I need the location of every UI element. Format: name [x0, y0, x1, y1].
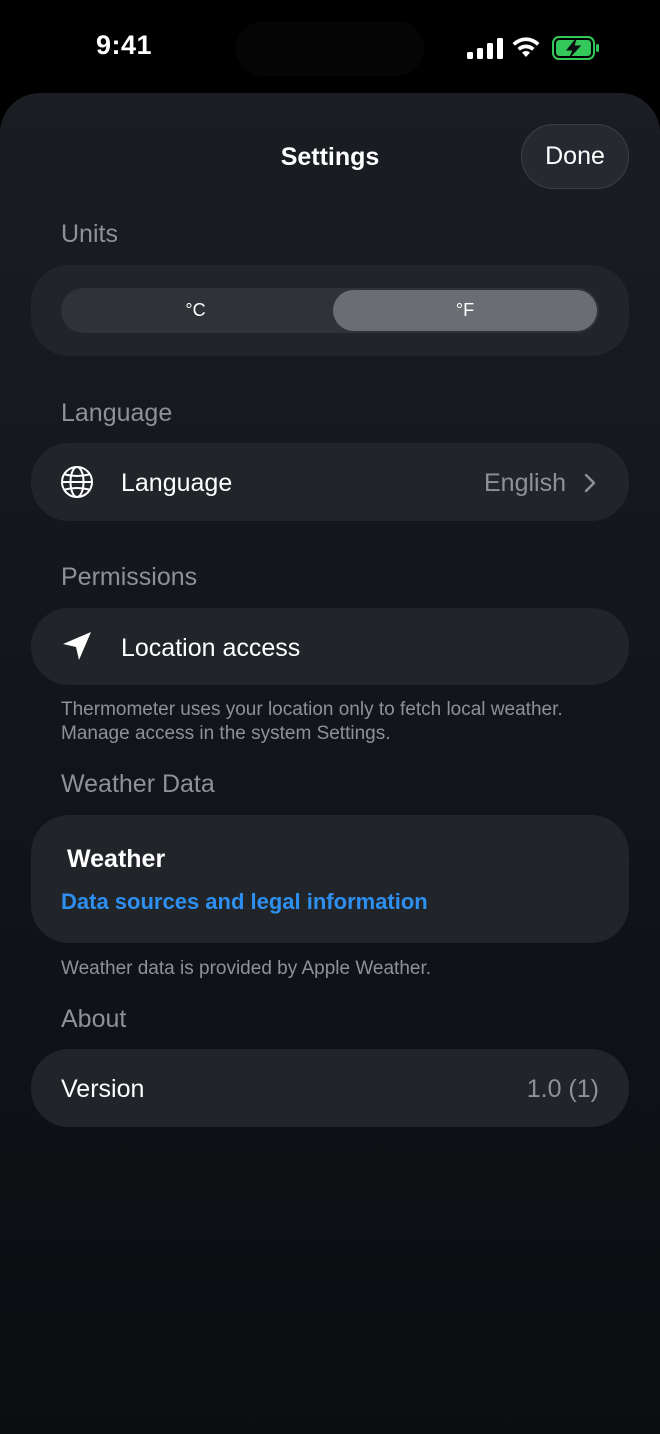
screen: 9:41 Settings Done Units °C °F Language …: [0, 0, 660, 1434]
weather-data-footnote: Weather data is provided by Apple Weathe…: [61, 958, 432, 979]
unit-option-fahrenheit[interactable]: °F: [333, 290, 597, 331]
location-arrow-icon: [63, 632, 91, 660]
version-label: Version: [61, 1075, 145, 1103]
status-bar: 9:41: [0, 0, 660, 96]
wifi-icon: [512, 37, 540, 57]
data-sources-link[interactable]: Data sources and legal information: [61, 889, 428, 915]
battery-charging-icon: [552, 36, 599, 60]
status-time: 9:41: [96, 30, 153, 60]
dynamic-island: [236, 21, 424, 76]
units-card: °C °F: [31, 265, 629, 356]
about-header: About: [61, 1005, 127, 1033]
unit-option-celsius[interactable]: °C: [61, 288, 330, 333]
permissions-header: Permissions: [61, 563, 198, 591]
version-row: Version 1.0 (1): [31, 1049, 629, 1127]
language-value: English: [484, 469, 566, 497]
chevron-right-icon: [584, 473, 596, 493]
language-label: Language: [121, 469, 233, 497]
version-value: 1.0 (1): [526, 1075, 599, 1103]
units-header: Units: [61, 220, 118, 248]
location-access-row[interactable]: Location access: [31, 608, 629, 685]
weather-data-header: Weather Data: [61, 770, 215, 798]
location-access-label: Location access: [121, 634, 301, 662]
weather-brand-label: Weather: [67, 845, 166, 873]
done-button[interactable]: Done: [521, 124, 629, 189]
units-segmented-control: °C °F: [61, 288, 599, 333]
permissions-footnote: Thermometer uses your location only to f…: [61, 699, 563, 744]
language-header: Language: [61, 399, 173, 427]
weather-brand: Weather: [67, 845, 165, 874]
cellular-signal-icon: [467, 38, 503, 59]
language-row[interactable]: Language English: [31, 443, 629, 521]
weather-data-card: Weather Data sources and legal informati…: [31, 815, 629, 943]
globe-icon: [61, 466, 93, 498]
